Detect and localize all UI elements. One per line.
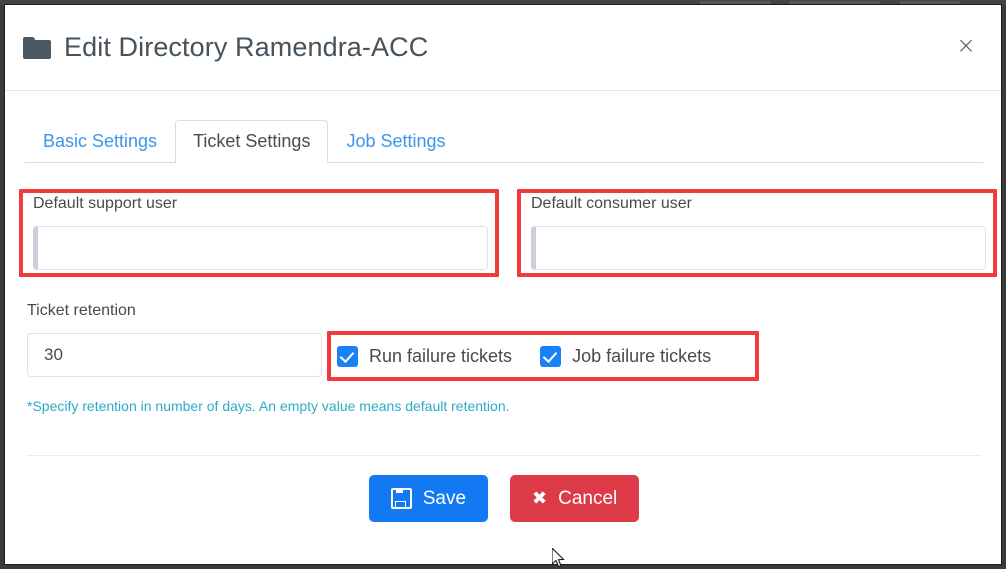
settings-tabs: Basic Settings Ticket Settings Job Setti…	[25, 115, 983, 163]
cancel-button-label: Cancel	[558, 488, 618, 509]
default-consumer-user-field: Default consumer user	[531, 196, 986, 270]
edit-directory-dialog: Edit Directory Ramendra-ACC × Basic Sett…	[4, 4, 1002, 565]
dialog-footer: Save ✖ Cancel	[5, 475, 1001, 522]
cancel-button[interactable]: ✖ Cancel	[510, 475, 640, 522]
save-button-label: Save	[422, 488, 467, 509]
ticket-retention-input[interactable]	[27, 333, 322, 377]
dialog-title: Edit Directory Ramendra-ACC	[23, 32, 428, 63]
checked-checkbox-icon[interactable]	[540, 345, 562, 367]
tab-basic-settings[interactable]: Basic Settings	[25, 120, 175, 162]
failure-ticket-options: Run failure tickets Job failure tickets	[337, 339, 711, 373]
retention-hint-text: *Specify retention in number of days. An…	[27, 398, 510, 414]
ticket-retention-label: Ticket retention	[27, 302, 136, 319]
times-icon: ✖	[532, 487, 548, 509]
checked-checkbox-icon[interactable]	[337, 345, 358, 367]
close-icon[interactable]: ×	[953, 33, 979, 59]
dialog-header: Edit Directory Ramendra-ACC ×	[5, 5, 1001, 90]
floppy-disk-icon	[390, 488, 412, 509]
default-consumer-user-label: Default consumer user	[531, 195, 692, 212]
page-title: Edit Directory Ramendra-ACC	[64, 32, 429, 62]
job-failure-tickets-label: Job failure tickets	[572, 345, 712, 366]
header-divider	[5, 90, 1001, 91]
tab-ticket-settings[interactable]: Ticket Settings	[175, 120, 329, 163]
job-failure-tickets-checkbox[interactable]: Job failure tickets	[540, 345, 712, 367]
save-button[interactable]: Save	[368, 475, 489, 522]
default-support-user-label: Default support user	[33, 195, 178, 212]
run-failure-tickets-checkbox[interactable]: Run failure tickets	[337, 345, 513, 367]
default-support-user-field: Default support user	[33, 196, 488, 270]
default-consumer-user-input[interactable]	[531, 226, 986, 270]
run-failure-tickets-label: Run failure tickets	[369, 345, 513, 366]
application-window: Edit Directory Ramendra-ACC × Basic Sett…	[0, 0, 1006, 569]
tab-job-settings[interactable]: Job Settings	[328, 120, 463, 162]
ticket-retention-field: Ticket retention	[27, 303, 322, 377]
footer-divider	[27, 455, 981, 456]
default-support-user-input[interactable]	[33, 226, 488, 270]
folder-icon	[23, 36, 51, 59]
